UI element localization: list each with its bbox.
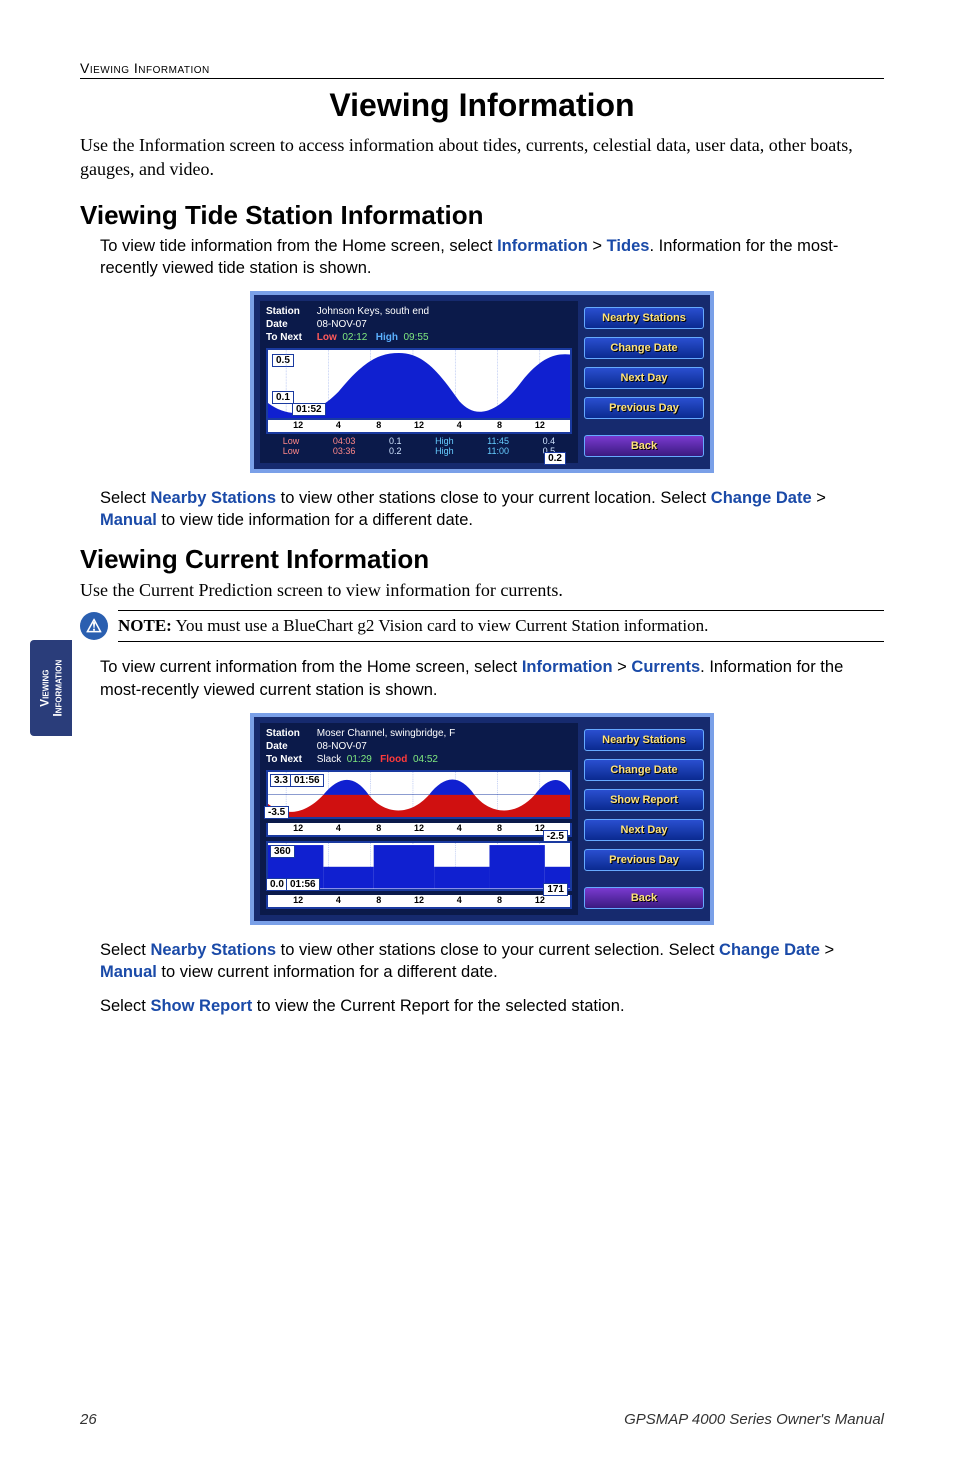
link-currents: Currents (631, 658, 700, 676)
tide-instruction-2: Select Nearby Stations to view other sta… (100, 487, 884, 532)
tide-instruction-1: To view tide information from the Home s… (100, 235, 884, 280)
tide-meta: Station Johnson Keys, south end Date 08-… (266, 305, 572, 344)
current-screenshot: Station Moser Channel, swingbridge, F Da… (250, 713, 714, 925)
page-number: 26 (80, 1411, 97, 1428)
side-thumb-tab: Viewing Information (30, 640, 72, 736)
side-tab-line1: Viewing (37, 669, 51, 706)
current-instruction-1: To view current information from the Hom… (100, 656, 884, 701)
link-information-2: Information (522, 658, 613, 676)
manual-title: GPSMAP 4000 Series Owner's Manual (624, 1411, 884, 1428)
previous-day-button[interactable]: Previous Day (584, 397, 704, 419)
current-direction-chart: 360 171 0.0 01:56 (266, 841, 572, 891)
note-block: ⚠ NOTE: You must use a BlueChart g2 Visi… (80, 610, 884, 642)
current-xaxis-2: 1248124812 (266, 895, 572, 909)
tide-screenshot: Station Johnson Keys, south end Date 08-… (250, 291, 714, 473)
term-nearby-stations-2: Nearby Stations (150, 941, 276, 959)
page-title: Viewing Information (80, 87, 884, 124)
note-label: NOTE: (118, 616, 172, 635)
change-date-button[interactable]: Change Date (584, 337, 704, 359)
intro-paragraph: Use the Information screen to access inf… (80, 134, 884, 182)
next-day-button-2[interactable]: Next Day (584, 819, 704, 841)
term-change-date-2: Change Date (719, 941, 820, 959)
current-instruction-2: Select Nearby Stations to view other sta… (100, 939, 884, 984)
current-intro: Use the Current Prediction screen to vie… (80, 579, 884, 603)
term-change-date: Change Date (711, 489, 812, 507)
term-manual-2: Manual (100, 963, 157, 981)
note-text: You must use a BlueChart g2 Vision card … (172, 616, 708, 635)
side-tab-line2: Information (50, 660, 64, 717)
nearby-stations-button-2[interactable]: Nearby Stations (584, 729, 704, 751)
tide-chart: 0.5 0.2 0.1 01:52 (266, 348, 572, 420)
tide-xaxis: 1248124812 (266, 420, 572, 434)
warning-icon: ⚠ (80, 612, 108, 640)
link-information: Information (497, 237, 588, 255)
current-speed-chart: 3.3 01:56 -2.5 -3.5 (266, 770, 572, 820)
next-day-button[interactable]: Next Day (584, 367, 704, 389)
page-footer: 26 GPSMAP 4000 Series Owner's Manual (80, 1411, 884, 1428)
heading-current: Viewing Current Information (80, 544, 884, 575)
back-button[interactable]: Back (584, 435, 704, 457)
back-button-2[interactable]: Back (584, 887, 704, 909)
link-tides: Tides (607, 237, 650, 255)
term-manual: Manual (100, 511, 157, 529)
previous-day-button-2[interactable]: Previous Day (584, 849, 704, 871)
current-meta: Station Moser Channel, swingbridge, F Da… (266, 727, 572, 766)
tide-readout: LowLow 04:0303:36 0.10.2 HighHigh 11:451… (266, 434, 572, 457)
current-xaxis-1: 1248124812 (266, 823, 572, 837)
heading-tide: Viewing Tide Station Information (80, 200, 884, 231)
nearby-stations-button[interactable]: Nearby Stations (584, 307, 704, 329)
running-head: Viewing Information (80, 60, 884, 79)
term-nearby-stations: Nearby Stations (150, 489, 276, 507)
change-date-button-2[interactable]: Change Date (584, 759, 704, 781)
current-instruction-3: Select Show Report to view the Current R… (100, 995, 884, 1017)
show-report-button[interactable]: Show Report (584, 789, 704, 811)
term-show-report: Show Report (150, 997, 252, 1015)
